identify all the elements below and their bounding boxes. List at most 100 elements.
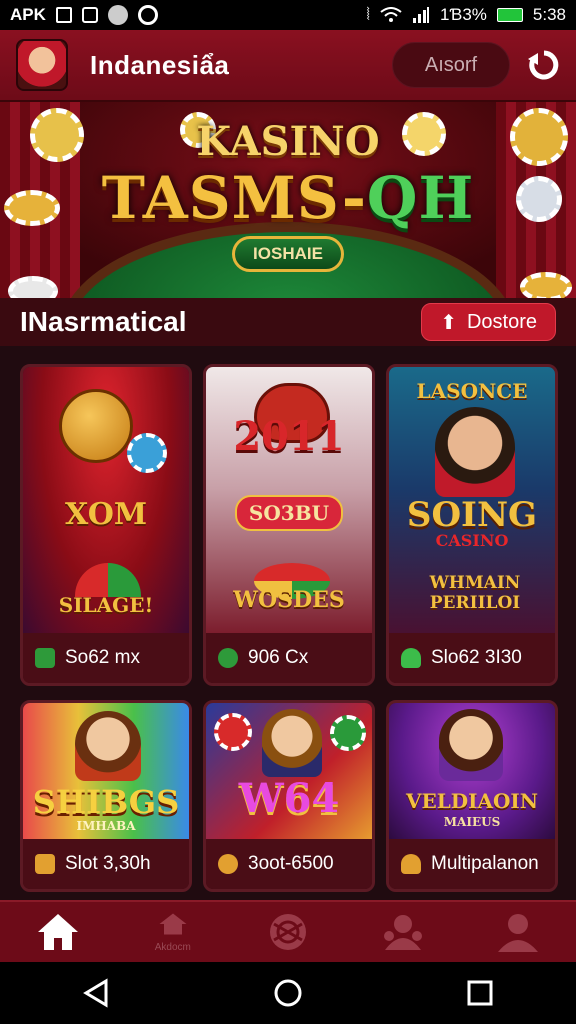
gallery-icon — [81, 7, 98, 23]
umbrella-icon — [75, 563, 141, 597]
game-card-footer: Slot 3,30h — [23, 839, 189, 889]
coin-icon — [218, 648, 238, 668]
treasure-icon — [35, 854, 55, 874]
game-card-label: So62 mx — [65, 647, 140, 668]
game-card-label: Slo62 3I30 — [431, 647, 522, 668]
bottom-navigation: Akdocm — [0, 900, 576, 962]
profile-icon — [498, 914, 539, 952]
game-art-line3: WOSDES — [233, 587, 345, 613]
game-art: XOM SILAGE! — [23, 367, 189, 637]
group-icon — [384, 915, 423, 950]
game-art-line1: W64 — [238, 775, 340, 822]
coin-icon — [218, 854, 238, 874]
battery-text: 1Ɓ3% — [439, 5, 487, 24]
game-art-line2: SOING — [406, 495, 538, 535]
game-card-footer: 906 Cx — [206, 633, 372, 683]
casino-chip-icon — [520, 272, 572, 298]
game-art: VELDIAOIN MAIEUS — [389, 703, 555, 843]
back-icon[interactable] — [80, 977, 112, 1009]
game-art: 2011 SO3BU WOSDES — [206, 367, 372, 637]
hero-badge[interactable]: IOSHAIE — [232, 236, 344, 272]
avatar-logo-icon[interactable] — [16, 39, 68, 91]
game-card[interactable]: LASONCE SOING CASINO WHMAIN PERIILOI Slo… — [386, 364, 558, 686]
game-card-footer: 3oot-6500 — [206, 839, 372, 889]
game-art-line4: WHMAIN PERIILOI — [429, 573, 521, 613]
wheel-icon — [269, 914, 306, 950]
nav-store-label: Akdocm — [154, 941, 191, 953]
game-art-line1: SHIBGS — [32, 783, 180, 821]
clock: 5:38 — [532, 5, 566, 24]
signal-icon — [412, 7, 429, 23]
dostore-label: Dostore — [466, 310, 537, 333]
whatsapp-icon — [137, 5, 158, 25]
game-art-line1: VELDIAOIN — [405, 789, 539, 813]
game-art-line2: MAIEUS — [443, 815, 501, 829]
section-title: INasrmatical — [20, 306, 187, 337]
status-left: APK — [10, 5, 158, 25]
game-art: LASONCE SOING CASINO WHMAIN PERIILOI — [389, 367, 555, 637]
section-header: INasrmatical ⬆ Dostore — [0, 298, 576, 346]
casino-chip-icon — [214, 713, 252, 751]
heart-icon — [401, 854, 421, 874]
game-art-line2: SO3BU — [206, 495, 372, 531]
hero-kasino-text: KASINO — [196, 118, 380, 165]
game-icon — [107, 5, 128, 25]
game-card[interactable]: VELDIAOIN MAIEUS Multipalanon — [386, 700, 558, 892]
home-icon — [37, 914, 78, 950]
game-card-footer: Slo62 3I30 — [389, 633, 555, 683]
player-avatar — [439, 709, 503, 781]
vibrate-icon: ⦚ — [366, 5, 370, 24]
game-card-label: Slot 3,30h — [65, 853, 151, 874]
hero-main-title: TASMS-QH — [0, 164, 576, 232]
status-right: ⦚ 1Ɓ3% 5:38 — [366, 5, 566, 25]
hero-main-left: TASMS- — [101, 164, 367, 232]
game-card-footer: So62 mx — [23, 633, 189, 683]
nav-store[interactable]: Akdocm — [143, 904, 203, 960]
heart-icon — [401, 648, 421, 668]
dealer-avatar — [435, 407, 515, 497]
game-card-label: Multipalanon — [431, 853, 539, 874]
dostore-button[interactable]: ⬆ Dostore — [421, 303, 556, 341]
nav-home[interactable] — [28, 904, 88, 960]
game-card[interactable]: W64 3oot-6500 — [203, 700, 375, 892]
app-screen: APK ⦚ 1Ɓ3% 5:38 Indanesiẩa Aısorf KASINO… — [0, 0, 576, 1024]
system-navigation — [0, 962, 576, 1024]
game-art-line2: IMHABA — [76, 819, 136, 833]
recents-icon[interactable] — [464, 977, 496, 1009]
game-art-line1: 2011 — [233, 413, 345, 460]
game-art-pill: SO3BU — [234, 495, 344, 531]
store-icon — [159, 913, 187, 934]
nav-wheel[interactable] — [258, 904, 318, 960]
player-avatar — [75, 711, 141, 781]
player-avatar — [262, 709, 322, 777]
apk-label: APK — [10, 5, 46, 24]
casino-chip-icon — [127, 433, 167, 473]
hero-main-right: QH — [366, 164, 475, 232]
cash-icon — [35, 648, 55, 668]
upload-icon: ⬆ — [440, 311, 457, 334]
status-bar: APK ⦚ 1Ɓ3% 5:38 — [0, 0, 576, 30]
game-grid: XOM SILAGE! So62 mx 2011 SO3BU WOSDES 90… — [20, 364, 558, 892]
game-card[interactable]: SHIBGS IMHABA Slot 3,30h — [20, 700, 192, 892]
wifi-icon — [380, 7, 402, 22]
casino-chip-icon — [330, 715, 366, 751]
game-card[interactable]: 2011 SO3BU WOSDES 906 Cx — [203, 364, 375, 686]
game-art-line1: LASONCE — [416, 379, 528, 403]
game-art-line2: SILAGE! — [58, 593, 154, 617]
game-art-line1: XOM — [64, 497, 148, 532]
game-art: W64 — [206, 703, 372, 843]
battery-icon — [496, 8, 523, 22]
game-card[interactable]: XOM SILAGE! So62 mx — [20, 364, 192, 686]
nav-profile[interactable] — [488, 904, 548, 960]
notification-box-icon — [55, 7, 72, 23]
game-card-label: 906 Cx — [248, 647, 309, 668]
refresh-icon[interactable] — [528, 49, 560, 81]
nav-group[interactable] — [373, 904, 433, 960]
home-circle-icon[interactable] — [272, 977, 304, 1009]
app-title: Indanesiẩa — [90, 49, 230, 80]
game-art: SHIBGS IMHABA — [23, 703, 189, 843]
smiley-coin-icon — [59, 389, 133, 463]
app-header: Indanesiẩa Aısorf — [0, 30, 576, 102]
account-button[interactable]: Aısorf — [392, 42, 510, 88]
game-card-label: 3oot-6500 — [248, 853, 334, 874]
